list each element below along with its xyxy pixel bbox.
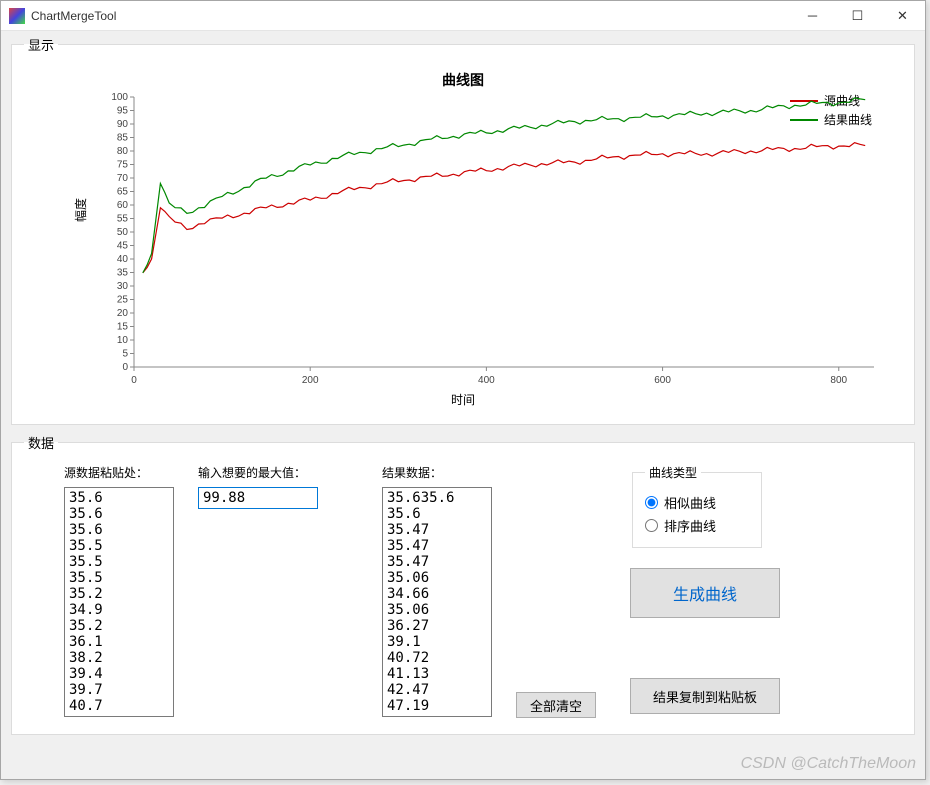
- display-legend: 显示: [24, 35, 58, 54]
- source-textarea[interactable]: [64, 487, 174, 717]
- generate-button[interactable]: 生成曲线: [630, 568, 780, 618]
- svg-text:0: 0: [122, 362, 128, 373]
- chart: 曲线图 幅度 时间 源曲线 结果曲线 051015202530354045505…: [24, 62, 902, 412]
- radio-sort-row[interactable]: 排序曲线: [645, 516, 749, 535]
- radio-similar-label: 相似曲线: [664, 493, 716, 512]
- svg-text:85: 85: [117, 133, 129, 144]
- svg-text:0: 0: [131, 375, 137, 386]
- data-row: 源数据粘贴处： 输入想要的最大值： 结果数据： 全部清空: [24, 460, 902, 722]
- radio-similar[interactable]: [645, 496, 658, 509]
- app-window: ChartMergeTool ─ ☐ ✕ 显示 曲线图 幅度 时间 源曲线: [0, 0, 926, 780]
- window-title: ChartMergeTool: [31, 9, 116, 23]
- titlebar: ChartMergeTool ─ ☐ ✕: [1, 1, 925, 31]
- svg-text:10: 10: [117, 335, 129, 346]
- svg-text:800: 800: [830, 375, 847, 386]
- data-group: 数据 源数据粘贴处： 输入想要的最大值： 结果数据： 全部清空: [11, 433, 915, 735]
- max-column: 输入想要的最大值：: [198, 464, 318, 509]
- display-group: 显示 曲线图 幅度 时间 源曲线 结果曲线 051015202530354045…: [11, 35, 915, 425]
- result-textarea[interactable]: [382, 487, 492, 717]
- minimize-button[interactable]: ─: [790, 1, 835, 31]
- data-legend: 数据: [24, 433, 58, 452]
- svg-text:60: 60: [117, 200, 129, 211]
- chart-ylabel: 幅度: [72, 198, 89, 222]
- clear-column: 全部清空: [516, 464, 596, 718]
- svg-text:600: 600: [654, 375, 671, 386]
- svg-text:200: 200: [302, 375, 319, 386]
- client-area: 显示 曲线图 幅度 时间 源曲线 结果曲线 051015202530354045…: [1, 31, 925, 779]
- svg-text:80: 80: [117, 146, 129, 157]
- curve-type-group: 曲线类型 相似曲线 排序曲线: [632, 464, 762, 548]
- copy-result-button[interactable]: 结果复制到粘贴板: [630, 678, 780, 714]
- svg-text:90: 90: [117, 119, 129, 130]
- svg-text:15: 15: [117, 322, 129, 333]
- max-label: 输入想要的最大值：: [198, 464, 318, 481]
- result-column: 结果数据：: [382, 464, 492, 717]
- svg-text:30: 30: [117, 281, 129, 292]
- svg-text:400: 400: [478, 375, 495, 386]
- curve-type-legend: 曲线类型: [645, 464, 701, 481]
- svg-text:45: 45: [117, 241, 129, 252]
- maximize-button[interactable]: ☐: [835, 1, 880, 31]
- close-button[interactable]: ✕: [880, 1, 925, 31]
- svg-text:50: 50: [117, 227, 129, 238]
- svg-text:25: 25: [117, 295, 129, 306]
- svg-text:20: 20: [117, 308, 129, 319]
- radio-similar-row[interactable]: 相似曲线: [645, 493, 749, 512]
- svg-text:65: 65: [117, 187, 129, 198]
- source-label: 源数据粘贴处：: [64, 464, 174, 481]
- svg-text:40: 40: [117, 254, 129, 265]
- svg-text:70: 70: [117, 173, 129, 184]
- svg-text:35: 35: [117, 268, 129, 279]
- max-value-input[interactable]: [198, 487, 318, 509]
- clear-all-button[interactable]: 全部清空: [516, 692, 596, 718]
- svg-text:95: 95: [117, 106, 129, 117]
- svg-text:100: 100: [111, 92, 128, 103]
- radio-sort-label: 排序曲线: [664, 516, 716, 535]
- svg-text:55: 55: [117, 214, 129, 225]
- right-column: 曲线类型 相似曲线 排序曲线 生成曲线: [630, 464, 780, 714]
- radio-sort[interactable]: [645, 519, 658, 532]
- chart-canvas: 0 5 10 15 20 25 30 35 40 45 50 55 60 65 70 75 80 85 90 95 10…: [94, 87, 884, 397]
- svg-text:75: 75: [117, 160, 129, 171]
- svg-text:5: 5: [122, 349, 128, 360]
- source-column: 源数据粘贴处：: [64, 464, 174, 717]
- result-label: 结果数据：: [382, 464, 492, 481]
- app-icon: [9, 8, 25, 24]
